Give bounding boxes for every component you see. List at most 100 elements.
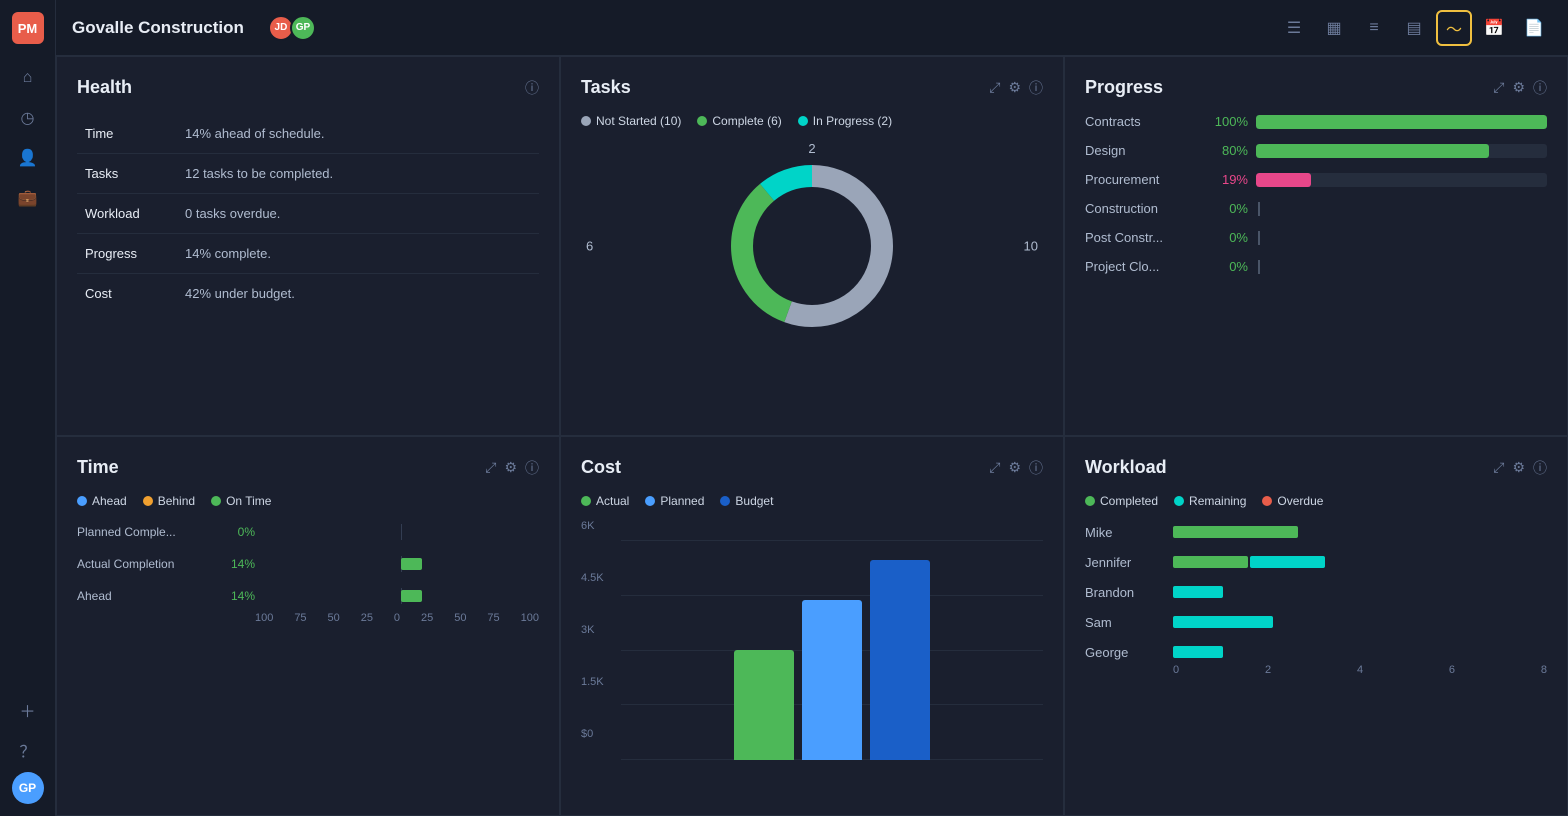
list-icon[interactable]: ☰ xyxy=(1276,10,1312,46)
health-row: Workload0 tasks overdue. xyxy=(77,194,539,234)
sidebar-item-users[interactable]: 👤 xyxy=(10,140,46,176)
cost-y-label: 1.5K xyxy=(581,676,604,688)
progress-row-pct: 0% xyxy=(1203,259,1248,274)
sidebar-add-button[interactable]: ＋ xyxy=(10,692,46,728)
sidebar: PM ⌂ ◷ 👤 💼 ＋ ？ GP xyxy=(0,0,56,816)
workload-actions: ⤢ ⚙ ⓘ xyxy=(1493,458,1547,478)
gantt-icon[interactable]: ▦ xyxy=(1316,10,1352,46)
time-row-label: Ahead xyxy=(77,589,207,603)
time-row-pct: 14% xyxy=(215,557,255,571)
legend-dot xyxy=(581,116,591,126)
avatar-gp: GP xyxy=(290,15,316,41)
workload-legend: CompletedRemainingOverdue xyxy=(1085,494,1547,508)
progress-bar-fill xyxy=(1256,115,1547,129)
workload-help-icon[interactable]: ⓘ xyxy=(1533,458,1547,478)
legend-label: Budget xyxy=(735,494,773,508)
workload-settings-icon[interactable]: ⚙ xyxy=(1512,459,1525,476)
time-axis-label: 50 xyxy=(454,612,466,624)
tasks-actions: ⤢ ⚙ ⓘ xyxy=(989,78,1043,98)
user-avatar[interactable]: GP xyxy=(12,772,44,804)
cost-settings-icon[interactable]: ⚙ xyxy=(1008,459,1021,476)
health-title: Health xyxy=(77,77,132,98)
sidebar-item-projects[interactable]: 💼 xyxy=(10,180,46,216)
dashboard-icon[interactable]: 〜 xyxy=(1436,10,1472,46)
workload-name: George xyxy=(1085,645,1165,660)
cost-legend: ActualPlannedBudget xyxy=(581,494,1043,508)
tasks-legend-item: Not Started (10) xyxy=(581,114,681,128)
health-row: Time14% ahead of schedule. xyxy=(77,114,539,154)
tasks-panel: Tasks ⤢ ⚙ ⓘ Not Started (10)Complete (6)… xyxy=(560,56,1064,436)
workload-bar-completed xyxy=(1173,526,1298,538)
progress-help-icon[interactable]: ⓘ xyxy=(1533,78,1547,98)
progress-expand-icon[interactable]: ⤢ xyxy=(1493,79,1504,96)
health-actions: ⓘ xyxy=(525,78,539,98)
progress-row-label: Construction xyxy=(1085,201,1195,216)
progress-panel-header: Progress ⤢ ⚙ ⓘ xyxy=(1085,77,1547,98)
calendar-icon[interactable]: 📅 xyxy=(1476,10,1512,46)
workload-rows: Mike Jennifer Brandon Sam George xyxy=(1085,524,1547,660)
time-row-pct: 14% xyxy=(215,589,255,603)
cost-y-label: 3K xyxy=(581,624,604,636)
workload-title: Workload xyxy=(1085,457,1167,478)
progress-row-label: Post Constr... xyxy=(1085,230,1195,245)
sidebar-item-home[interactable]: ⌂ xyxy=(10,60,46,96)
workload-bars xyxy=(1173,614,1547,630)
tasks-panel-header: Tasks ⤢ ⚙ ⓘ xyxy=(581,77,1043,98)
workload-expand-icon[interactable]: ⤢ xyxy=(1493,459,1504,476)
legend-dot xyxy=(1085,496,1095,506)
table-icon[interactable]: ▤ xyxy=(1396,10,1432,46)
time-expand-icon[interactable]: ⤢ xyxy=(485,459,496,476)
progress-row: Post Constr... 0% xyxy=(1085,230,1547,245)
sidebar-item-history[interactable]: ◷ xyxy=(10,100,46,136)
time-help-icon[interactable]: ⓘ xyxy=(525,458,539,478)
progress-row-label: Contracts xyxy=(1085,114,1195,129)
time-axis: 1007550250255075100 xyxy=(77,612,539,624)
time-axis-label: 100 xyxy=(521,612,539,624)
tasks-help-icon[interactable]: ⓘ xyxy=(1029,78,1043,98)
health-row-label: Progress xyxy=(77,234,177,274)
file-icon[interactable]: 📄 xyxy=(1516,10,1552,46)
dashboard-grid: Health ⓘ Time14% ahead of schedule.Tasks… xyxy=(56,56,1568,816)
tasks-settings-icon[interactable]: ⚙ xyxy=(1008,79,1021,96)
cost-y-label: 6K xyxy=(581,520,604,532)
health-help-icon[interactable]: ⓘ xyxy=(525,78,539,98)
progress-title: Progress xyxy=(1085,77,1163,98)
workload-axis-label: 8 xyxy=(1541,664,1547,676)
progress-row-label: Procurement xyxy=(1085,172,1195,187)
progress-row-pct: 80% xyxy=(1203,143,1248,158)
app-logo[interactable]: PM xyxy=(12,12,44,44)
workload-name: Jennifer xyxy=(1085,555,1165,570)
workload-axis-label: 0 xyxy=(1173,664,1179,676)
health-row-label: Tasks xyxy=(77,154,177,194)
cost-bar-planned xyxy=(802,600,862,760)
tasks-expand-icon[interactable]: ⤢ xyxy=(989,79,1000,96)
progress-zero-mark xyxy=(1258,202,1260,216)
progress-rows: Contracts 100% Design 80% Procurement 19… xyxy=(1085,114,1547,274)
cost-bar-budget xyxy=(870,560,930,760)
sidebar-help-icon[interactable]: ？ xyxy=(10,732,46,768)
legend-label: Completed xyxy=(1100,494,1158,508)
cost-expand-icon[interactable]: ⤢ xyxy=(989,459,1000,476)
cost-legend-item: Budget xyxy=(720,494,773,508)
filter-icon[interactable]: ≡ xyxy=(1356,10,1392,46)
page-title: Govalle Construction xyxy=(72,18,244,38)
cost-help-icon[interactable]: ⓘ xyxy=(1029,458,1043,478)
health-row-value: 14% ahead of schedule. xyxy=(177,114,539,154)
time-settings-icon[interactable]: ⚙ xyxy=(504,459,517,476)
progress-row-pct: 19% xyxy=(1203,172,1248,187)
time-bar-container xyxy=(263,556,539,572)
main-content: Govalle Construction JD GP ☰ ▦ ≡ ▤ 〜 📅 📄… xyxy=(56,0,1568,816)
cost-chart: 6K4.5K3K1.5K$0 xyxy=(581,520,1043,760)
legend-dot xyxy=(143,496,153,506)
tasks-donut-container: 2 6 10 xyxy=(581,136,1043,356)
donut-label-top: 2 xyxy=(808,141,815,156)
legend-label: Behind xyxy=(158,494,195,508)
workload-bars xyxy=(1173,524,1547,540)
progress-panel: Progress ⤢ ⚙ ⓘ Contracts 100% Design 80%… xyxy=(1064,56,1568,436)
health-table: Time14% ahead of schedule.Tasks12 tasks … xyxy=(77,114,539,313)
time-bar-container xyxy=(263,524,539,540)
legend-dot xyxy=(1174,496,1184,506)
time-bar-fill xyxy=(401,558,422,570)
time-panel-header: Time ⤢ ⚙ ⓘ xyxy=(77,457,539,478)
progress-settings-icon[interactable]: ⚙ xyxy=(1512,79,1525,96)
